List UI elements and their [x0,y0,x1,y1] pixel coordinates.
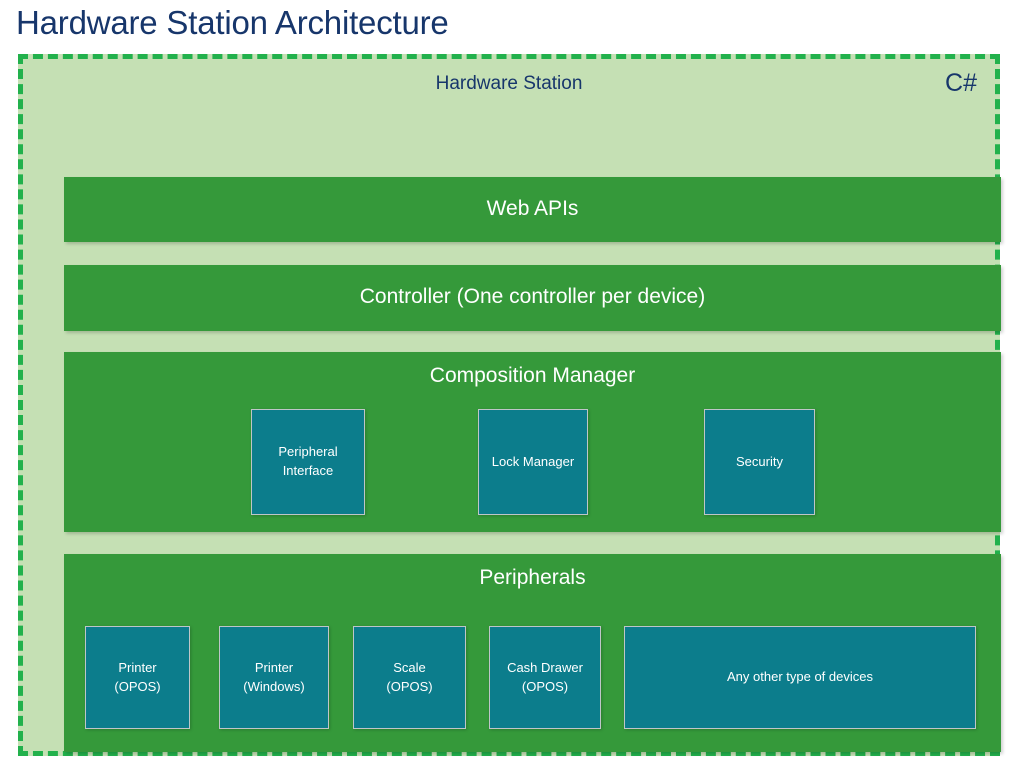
component-box-lock-manager[interactable]: Lock Manager [478,409,588,515]
component-box-scale-opos[interactable]: Scale (OPOS) [353,626,466,729]
component-box-printer-windows[interactable]: Printer (Windows) [219,626,329,729]
component-box-printer-opos[interactable]: Printer (OPOS) [85,626,190,729]
component-label-peripheral-interface: Peripheral Interface [274,443,341,481]
layer-title-web-apis: Web APIs [64,197,1001,221]
component-label-printer-windows: Printer (Windows) [239,659,308,697]
component-label-printer-opos: Printer (OPOS) [110,659,164,697]
component-label-cash-drawer-opos: Cash Drawer (OPOS) [503,659,587,697]
component-label-lock-manager: Lock Manager [488,453,578,472]
component-box-security[interactable]: Security [704,409,815,515]
component-box-cash-drawer-opos[interactable]: Cash Drawer (OPOS) [489,626,601,729]
page-title: Hardware Station Architecture [16,4,449,42]
component-label-security: Security [732,453,787,472]
container-title: Hardware Station [23,73,995,95]
component-label-other-devices: Any other type of devices [723,668,877,687]
layer-title-peripherals: Peripherals [64,566,1001,590]
layer-panel-controller[interactable]: Controller (One controller per device) [64,265,1001,331]
layer-panel-composition-manager[interactable]: Composition Manager Peripheral Interface… [64,352,1001,532]
language-badge: C# [945,69,977,98]
layer-panel-web-apis[interactable]: Web APIs [64,177,1001,242]
layer-title-controller: Controller (One controller per device) [64,285,1001,309]
component-box-peripheral-interface[interactable]: Peripheral Interface [251,409,365,515]
layer-title-composition-manager: Composition Manager [64,364,1001,388]
hardware-station-boundary: Hardware Station C# Web APIs Controller … [18,54,1000,756]
component-label-scale-opos: Scale (OPOS) [382,659,436,697]
component-box-other-devices[interactable]: Any other type of devices [624,626,976,729]
layer-panel-peripherals[interactable]: Peripherals Printer (OPOS) Printer (Wind… [64,554,1001,752]
